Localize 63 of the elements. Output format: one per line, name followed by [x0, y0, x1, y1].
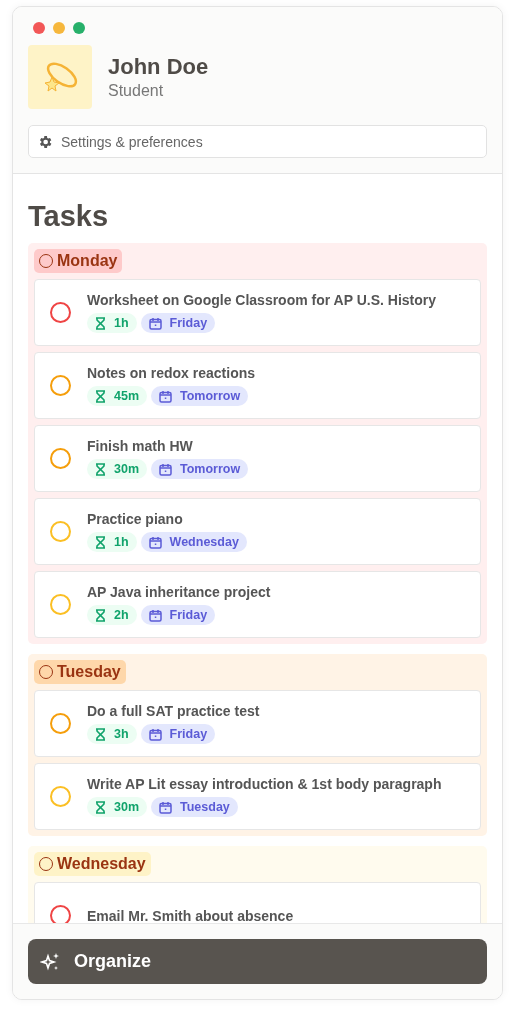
calendar-icon	[159, 462, 173, 476]
task-checkbox[interactable]	[50, 302, 71, 323]
task-card[interactable]: Practice piano 1h Wednesday	[34, 498, 481, 565]
due-date-text: Friday	[169, 727, 208, 741]
hourglass-icon	[95, 462, 106, 476]
due-date-text: Tuesday	[180, 800, 230, 814]
calendar-icon	[148, 727, 162, 741]
hourglass-icon	[95, 727, 106, 741]
calendar-icon	[148, 535, 162, 549]
page-title: Tasks	[28, 200, 110, 233]
calendar-icon	[148, 608, 162, 622]
task-checkbox[interactable]	[50, 713, 71, 734]
calendar-icon	[159, 389, 173, 403]
organize-button[interactable]: Organize	[28, 939, 487, 984]
day-text: Monday	[57, 252, 118, 270]
hourglass-icon	[95, 800, 106, 814]
task-checkbox[interactable]	[50, 786, 71, 807]
task-card[interactable]: Finish math HW 30m Tomorrow	[34, 425, 481, 492]
duration-text: 30m	[114, 462, 140, 476]
hourglass-icon	[95, 535, 106, 549]
task-title: Notes on redox reactions	[87, 365, 256, 381]
task-checkbox[interactable]	[50, 448, 71, 469]
due-date-text: Wednesday	[169, 535, 239, 549]
due-date-text: Friday	[169, 316, 208, 330]
maximize-button[interactable]	[73, 22, 85, 34]
hourglass-icon	[95, 389, 106, 403]
user-name: John Doe	[108, 54, 209, 80]
task-card[interactable]: Do a full SAT practice test 3h Friday	[34, 690, 481, 757]
task-checkbox[interactable]	[50, 375, 71, 396]
task-card[interactable]: AP Java inheritance project 2h Friday	[34, 571, 481, 638]
task-title: Email Mr. Smith about absence	[87, 907, 294, 923]
task-card[interactable]: Write AP Lit essay introduction & 1st body paragraph 30m Tuesday	[34, 763, 481, 830]
hourglass-icon	[95, 316, 106, 330]
duration-text: 1h	[114, 535, 129, 549]
due-date-text: Tomorrow	[180, 462, 241, 476]
task-checkbox[interactable]	[50, 594, 71, 615]
task-title: Do a full SAT practice test	[87, 703, 260, 719]
duration-text: 30m	[114, 800, 140, 814]
task-card[interactable]: Worksheet on Google Classroom for AP U.S. History 1h Friday	[34, 279, 481, 346]
due-date-text: Friday	[169, 608, 208, 622]
task-checkbox[interactable]	[50, 521, 71, 542]
task-title: Worksheet on Google Classroom for AP U.S. History	[87, 292, 437, 308]
duration-text: 45m	[114, 389, 140, 403]
settings-icon	[37, 133, 53, 150]
hourglass-icon	[95, 608, 106, 622]
task-title: Write AP Lit essay introduction & 1st body paragraph	[87, 776, 442, 792]
task-title: Finish math HW	[87, 438, 194, 454]
calendar-icon	[159, 800, 173, 814]
duration-text: 1h	[114, 316, 129, 330]
due-date-text: Tomorrow	[180, 389, 241, 403]
minimize-button[interactable]	[53, 22, 65, 34]
day-text: Tuesday	[57, 663, 121, 681]
duration-text: 2h	[114, 608, 129, 622]
task-card[interactable]: Notes on redox reactions 45m Tomorrow	[34, 352, 481, 419]
close-button[interactable]	[33, 22, 45, 34]
settings-button[interactable]: Settings & preferences	[28, 125, 487, 158]
task-title: AP Java inheritance project	[87, 584, 271, 600]
user-role: Student	[108, 82, 165, 100]
task-title: Practice piano	[87, 511, 184, 527]
calendar-icon	[148, 316, 162, 330]
task-card[interactable]: Email Mr. Smith about absence	[34, 882, 481, 923]
day-text: Wednesday	[57, 855, 146, 873]
duration-text: 3h	[114, 727, 129, 741]
